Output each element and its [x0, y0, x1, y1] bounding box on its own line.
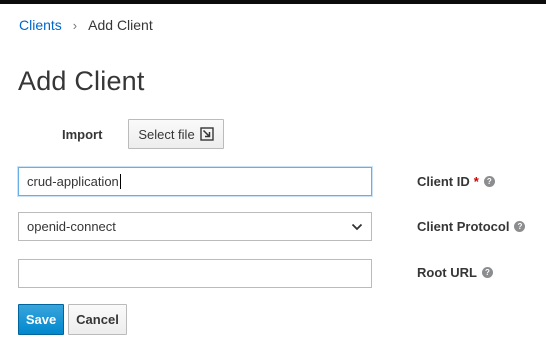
- breadcrumb-clients-link[interactable]: Clients: [19, 17, 62, 33]
- client-id-label-group: Client ID * ?: [417, 174, 495, 189]
- root-url-input[interactable]: [18, 259, 372, 288]
- client-protocol-select[interactable]: openid-connect: [18, 212, 372, 241]
- root-url-label: Root URL: [417, 265, 477, 280]
- root-url-label-group: Root URL ?: [417, 265, 493, 280]
- import-label: Import: [62, 127, 103, 142]
- top-bar: [0, 0, 546, 4]
- save-button[interactable]: Save: [18, 304, 64, 335]
- import-file-icon: [199, 127, 214, 141]
- text-cursor: [119, 174, 121, 189]
- breadcrumb-current: Add Client: [88, 17, 153, 33]
- select-file-button[interactable]: Select file: [128, 119, 224, 149]
- question-circle-icon[interactable]: ?: [514, 221, 526, 232]
- client-id-label: Client ID: [417, 174, 470, 189]
- client-protocol-value: openid-connect: [27, 219, 116, 234]
- cancel-button[interactable]: Cancel: [68, 304, 127, 335]
- client-id-value: crud-application: [27, 174, 119, 189]
- breadcrumb-separator: ›: [72, 17, 78, 33]
- client-protocol-label-group: Client Protocol ?: [417, 219, 526, 234]
- breadcrumb: Clients › Add Client: [19, 16, 153, 34]
- required-asterisk: *: [473, 174, 479, 189]
- question-circle-icon[interactable]: ?: [481, 267, 493, 278]
- page-title: Add Client: [18, 66, 145, 96]
- chevron-down-icon: [351, 223, 363, 231]
- question-circle-icon[interactable]: ?: [483, 176, 495, 187]
- select-file-label: Select file: [138, 126, 195, 142]
- client-protocol-label: Client Protocol: [417, 219, 510, 234]
- client-id-input[interactable]: crud-application: [18, 167, 372, 196]
